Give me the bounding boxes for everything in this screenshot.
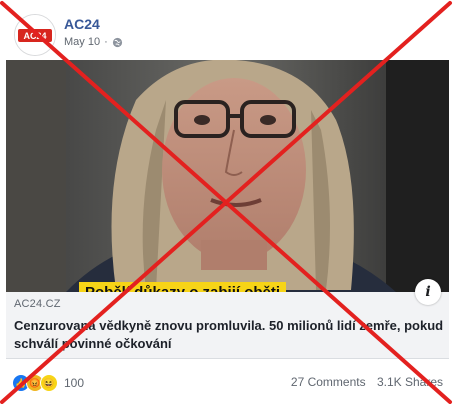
woman-portrait-image	[6, 60, 449, 292]
comments-count[interactable]: 27 Comments	[291, 375, 366, 389]
post-footer: 👍 😡 😆 100 27 Comments 3.1K Shares	[6, 360, 449, 402]
post-date[interactable]: May 10	[64, 36, 100, 48]
ac24-logo-icon: AC24	[15, 15, 55, 55]
haha-reaction-icon: 😆	[40, 374, 58, 392]
separator-dot: ·	[104, 36, 108, 48]
post-header: AC24 AC24 May 10 ·	[10, 8, 444, 56]
link-domain: AC24.CZ	[14, 298, 61, 310]
info-icon[interactable]: i	[415, 279, 441, 305]
post-meta: May 10 ·	[64, 36, 123, 48]
reaction-summary[interactable]: 👍 😡 😆 100	[12, 374, 84, 392]
reaction-count: 100	[64, 376, 85, 390]
link-headline[interactable]: Cenzurovaná vědkyně znovu promluvila. 50…	[14, 317, 444, 353]
shares-count[interactable]: 3.1K Shares	[377, 375, 443, 389]
link-preview[interactable]: i AC24.CZ Cenzurovaná vědkyně znovu prom…	[6, 279, 449, 359]
page-avatar[interactable]: AC24	[14, 14, 56, 56]
video-thumbnail[interactable]: Pobělí důkazy o zabijí oběti	[6, 60, 449, 292]
engagement-stats: 27 Comments 3.1K Shares	[291, 375, 443, 389]
svg-text:AC24: AC24	[23, 31, 46, 41]
globe-icon	[112, 37, 122, 47]
facebook-post: AC24 AC24 May 10 · i AC24.CZ Cenzurovaná…	[0, 0, 454, 404]
video-caption: Pobělí důkazy o zabijí oběti	[79, 282, 287, 292]
page-name[interactable]: AC24	[64, 16, 100, 32]
